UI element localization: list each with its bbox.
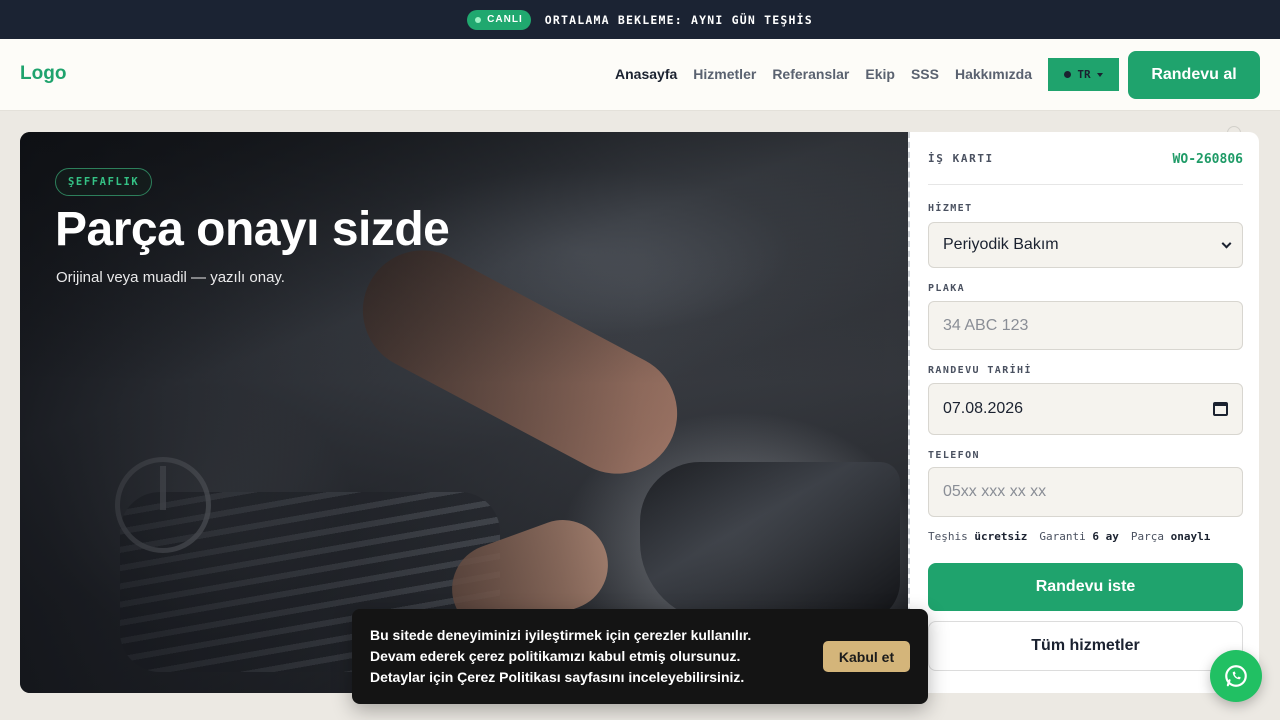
cookie-text: Bu sitede deneyiminizi iyileştirmek için… — [370, 627, 752, 685]
language-dot-icon — [1064, 71, 1072, 78]
live-dot-icon — [475, 16, 482, 23]
hero-title: Parça onayı sizde — [55, 203, 450, 256]
date-label: RANDEVU TARİHİ — [928, 365, 1032, 376]
chevron-down-icon — [1221, 238, 1232, 249]
service-select[interactable]: Periyodik Bakım — [928, 222, 1243, 268]
nav-item-referanslar[interactable]: Referanslar — [772, 66, 849, 82]
cookie-banner: Bu sitede deneyiminizi iyileştirmek için… — [352, 609, 928, 704]
live-badge: CANLI — [467, 9, 531, 30]
language-label: TR — [1077, 68, 1091, 81]
meta-item: Parça onaylı — [1130, 530, 1211, 543]
nav-item-hizmetler[interactable]: Hizmetler — [693, 66, 756, 82]
site-header: Logo Anasayfa Hizmetler Referanslar Ekip… — [0, 39, 1280, 111]
date-value: 07.08.2026 — [943, 400, 1024, 417]
phone-placeholder: 05xx xxx xx xx — [943, 483, 1047, 500]
nav-item-ekip[interactable]: Ekip — [865, 66, 895, 82]
all-services-button[interactable]: Tüm hizmetler — [928, 621, 1243, 671]
announcement-text: ORTALAMA BEKLEME: AYNI GÜN TEŞHİS — [544, 12, 813, 27]
whatsapp-button[interactable] — [1210, 650, 1262, 702]
caret-down-icon — [1096, 72, 1103, 77]
plate-placeholder: 34 ABC 123 — [943, 316, 1029, 334]
work-card-form: İŞ KARTI WO-260806 HİZMET Periyodik Bakı… — [908, 132, 1259, 693]
cookie-accept-button[interactable]: Kabul et — [823, 641, 910, 672]
request-appointment-button[interactable]: Randevu iste — [928, 563, 1243, 611]
hero-badge: ŞEFFAFLIK — [55, 168, 153, 196]
plate-label: PLAKA — [928, 283, 966, 294]
work-card-label: İŞ KARTI — [928, 152, 994, 165]
live-label: CANLI — [487, 14, 523, 25]
work-card-header: İŞ KARTI WO-260806 — [928, 152, 1243, 185]
announcement-bar: CANLI ORTALAMA BEKLEME: AYNI GÜN TEŞHİS — [0, 0, 1280, 39]
whatsapp-icon — [1225, 665, 1247, 687]
meta-item: Garanti 6 ay — [1039, 530, 1119, 543]
nav-item-hakkimizda[interactable]: Hakkımızda — [955, 66, 1032, 82]
service-meta: Teşhis ücretsiz Garanti 6 ay Parça onayl… — [928, 530, 1210, 543]
phone-input[interactable]: 05xx xxx xx xx — [928, 467, 1243, 517]
main-nav: Anasayfa Hizmetler Referanslar Ekip SSS … — [615, 66, 1032, 82]
meta-item: Teşhis ücretsiz — [928, 530, 1028, 543]
date-input[interactable]: 07.08.2026 — [928, 383, 1243, 435]
service-value: Periyodik Bakım — [943, 236, 1059, 253]
logo[interactable]: Logo — [20, 63, 66, 85]
work-order-id: WO-260806 — [1172, 152, 1243, 167]
nav-item-sss[interactable]: SSS — [911, 66, 939, 82]
calendar-icon[interactable] — [1213, 402, 1228, 416]
service-label: HİZMET — [928, 203, 973, 214]
appointment-button[interactable]: Randevu al — [1128, 51, 1260, 99]
hero-subtitle: Orijinal veya muadil — yazılı onay. — [56, 269, 285, 286]
language-selector[interactable]: TR — [1048, 58, 1119, 91]
phone-label: TELEFON — [928, 450, 980, 461]
plate-input[interactable]: 34 ABC 123 — [928, 301, 1243, 350]
nav-item-anasayfa[interactable]: Anasayfa — [615, 66, 677, 82]
